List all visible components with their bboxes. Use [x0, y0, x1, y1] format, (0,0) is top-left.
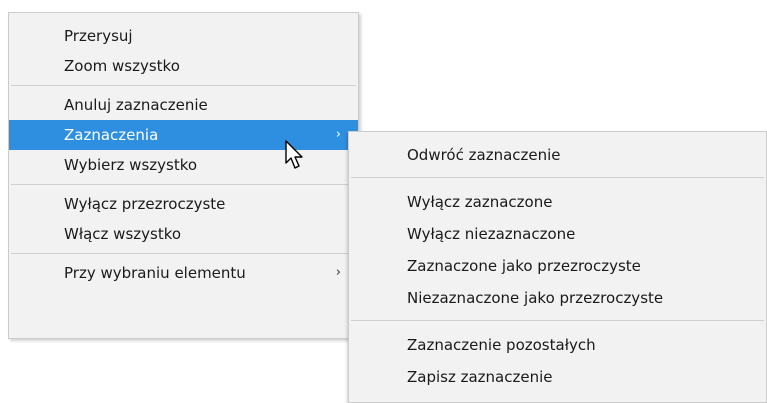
menu-item-label: Przerysuj [64, 27, 133, 45]
submenu-item-invert-selection[interactable]: Odwróć zaznaczenie [349, 139, 766, 171]
submenu-item-selected-transparent[interactable]: Zaznaczone jako przezroczyste [349, 250, 766, 282]
menu-item-label: Odwróć zaznaczenie [407, 146, 561, 164]
menu-separator [11, 184, 356, 185]
menu-item-label: Anuluj zaznaczenie [64, 96, 208, 114]
menu-item-zoom-all[interactable]: Zoom wszystko [9, 51, 358, 81]
mouse-pointer-icon [285, 140, 303, 169]
submenu-item-select-remaining[interactable]: Zaznaczenie pozostałych [349, 329, 766, 361]
menu-item-label: Zaznaczenie pozostałych [407, 336, 596, 354]
menu-item-hide-transparent[interactable]: Wyłącz przezroczyste [9, 189, 358, 219]
menu-item-label: Niezaznaczone jako przezroczyste [407, 289, 664, 307]
menu-item-label: Wyłącz niezaznaczone [407, 225, 576, 243]
menu-item-label: Wybierz wszystko [64, 156, 198, 174]
menu-item-label: Zapisz zaznaczenie [407, 368, 553, 386]
menu-separator [351, 320, 764, 321]
submenu-item-save-selection[interactable]: Zapisz zaznaczenie [349, 361, 766, 393]
menu-item-cancel-selection[interactable]: Anuluj zaznaczenie [9, 90, 358, 120]
menu-item-label: Włącz wszystko [64, 225, 182, 243]
submenu-item-unselected-transparent[interactable]: Niezaznaczone jako przezroczyste [349, 282, 766, 314]
menu-separator [11, 253, 356, 254]
menu-item-label: Zoom wszystko [64, 57, 180, 75]
menu-separator [351, 177, 764, 178]
submenu-item-hide-selected[interactable]: Wyłącz zaznaczone [349, 186, 766, 218]
menu-item-label: Zaznaczenia [64, 126, 159, 144]
submenu-arrow-icon: › [335, 265, 341, 280]
submenu-item-hide-unselected[interactable]: Wyłącz niezaznaczone [349, 218, 766, 250]
submenu-arrow-icon: › [335, 127, 341, 142]
menu-item-label: Zaznaczone jako przezroczyste [407, 257, 641, 275]
menu-item-on-element-select[interactable]: Przy wybraniu elementu › [9, 258, 358, 288]
context-menu: Przerysuj Zoom wszystko Anuluj zaznaczen… [8, 12, 359, 339]
menu-item-show-all[interactable]: Włącz wszystko [9, 219, 358, 249]
menu-item-label: Przy wybraniu elementu [64, 264, 246, 282]
menu-item-redraw[interactable]: Przerysuj [9, 21, 358, 51]
menu-item-label: Wyłącz przezroczyste [64, 195, 226, 213]
selections-submenu: Odwróć zaznaczenie Wyłącz zaznaczone Wył… [348, 131, 767, 403]
menu-separator [11, 85, 356, 86]
menu-item-label: Wyłącz zaznaczone [407, 193, 553, 211]
